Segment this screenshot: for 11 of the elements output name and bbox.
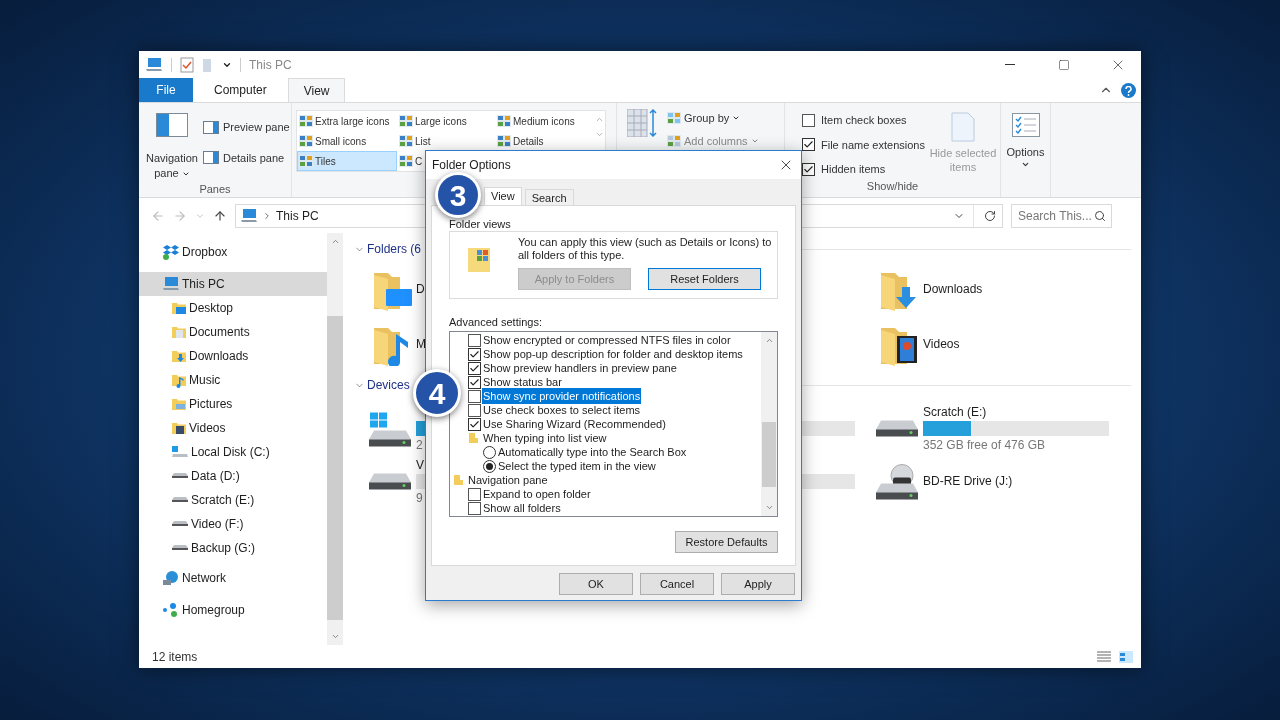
window-title: This PC: [249, 56, 292, 74]
setting-group: Navigation pane: [467, 471, 549, 489]
group-label: Folder views: [449, 218, 512, 231]
dialog-title: Folder Options: [432, 157, 511, 174]
setting-group: When typing into list view: [482, 429, 608, 447]
address-text: This PC: [276, 207, 319, 225]
folder-views-description: You can apply this view (such as Details or Icons) to all folders of this type.: [518, 236, 773, 262]
group-label: Panes: [198, 182, 232, 197]
advanced-settings-label: Advanced settings:: [449, 316, 543, 329]
group-label: Show/hide: [865, 178, 920, 194]
item-count: 12 items: [152, 648, 198, 666]
